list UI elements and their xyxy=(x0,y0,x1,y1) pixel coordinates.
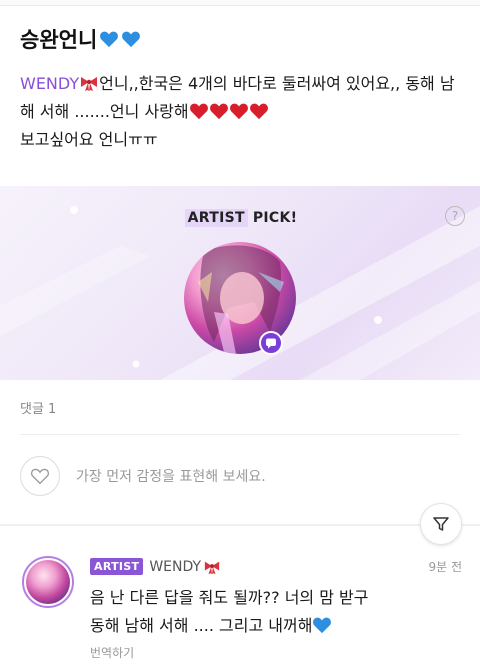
divider xyxy=(20,434,460,435)
post-body: WENDY 언니,,한국은 4개의 바다로 둘러싸여 있어요,, 동해 남해 서해… xyxy=(20,70,464,154)
artist-badge: ARTIST xyxy=(90,558,144,575)
post-title-text: 승완언니 xyxy=(20,28,98,52)
blue-heart-icon xyxy=(122,31,141,48)
section-separator xyxy=(0,524,480,526)
reply-author[interactable]: WENDY xyxy=(149,559,221,575)
red-heart-icon xyxy=(249,103,268,120)
reply-line2: 동해 남해 서해 .... 그리고 내꺼해 xyxy=(90,616,313,635)
ribbon-icon xyxy=(81,77,98,91)
help-icon[interactable]: ? xyxy=(445,206,465,226)
reply-avatar[interactable] xyxy=(22,556,74,608)
artist-pick-artist: ARTIST xyxy=(184,209,248,227)
reply-avatar-photo xyxy=(26,560,70,604)
emotion-row: 가장 먼저 감정을 표현해 보세요. xyxy=(20,456,266,496)
reply-header: ARTIST WENDY xyxy=(90,558,221,575)
help-glyph: ? xyxy=(451,209,459,223)
artist-pick-pick: PICK! xyxy=(252,210,298,226)
red-heart-icon xyxy=(229,103,248,120)
artist-pick-label: ARTIST PICK! xyxy=(184,206,298,230)
blue-heart-icon xyxy=(100,31,119,48)
reply-author-name: WENDY xyxy=(149,558,202,575)
blue-heart-icon xyxy=(313,617,332,634)
mention-wendy[interactable]: WENDY xyxy=(20,74,79,93)
comment-count: 댓글 1 xyxy=(20,402,57,417)
filter-icon xyxy=(433,517,449,531)
top-edge xyxy=(0,0,480,6)
reply-line1: 음 난 다른 답을 줘도 될까?? 너의 맘 받구 xyxy=(90,588,369,607)
reply-body: 음 난 다른 답을 줘도 될까?? 너의 맘 받구 동해 남해 서해 .... … xyxy=(90,584,460,640)
filter-button[interactable] xyxy=(420,503,462,545)
chat-badge-icon xyxy=(259,331,283,355)
emotion-prompt: 가장 먼저 감정을 표현해 보세요. xyxy=(76,469,266,485)
reply-time: 9분 전 xyxy=(428,560,462,574)
red-heart-icon xyxy=(209,103,228,120)
post-title: 승완언니 xyxy=(20,24,141,54)
translate-link[interactable]: 번역하기 xyxy=(90,644,134,661)
post-line2: 보고싶어요 언니ㅠㅠ xyxy=(20,130,158,149)
red-heart-icon xyxy=(189,103,208,120)
ribbon-icon xyxy=(204,561,220,574)
heart-outline-icon[interactable] xyxy=(20,456,60,496)
